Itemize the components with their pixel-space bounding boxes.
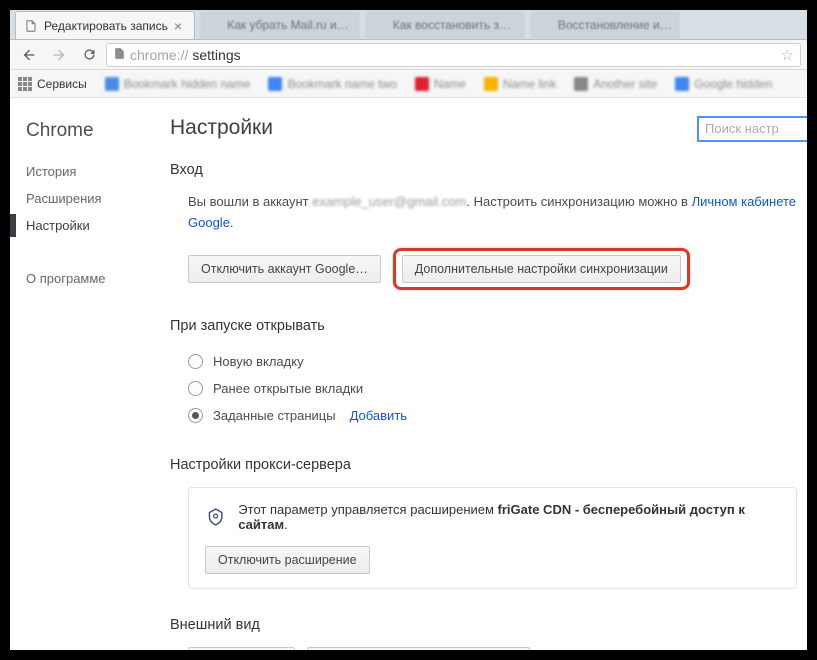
bookmark-item[interactable]: Name link	[484, 77, 556, 91]
disable-extension-button[interactable]: Отключить расширение	[205, 546, 370, 574]
bookmarks-bar: Сервисы Bookmark hidden name Bookmark na…	[10, 70, 807, 98]
bookmark-item[interactable]: Name	[415, 77, 466, 91]
page-icon	[24, 19, 38, 33]
page-info-icon[interactable]	[113, 47, 126, 63]
settings-sidebar: Chrome История Расширения Настройки О пр…	[10, 98, 160, 650]
reset-theme-button[interactable]: Восстановить тему по умолчанию	[307, 647, 530, 650]
reload-button[interactable]	[76, 42, 102, 68]
tab-strip: Редактировать запись × Как убрать Mail.r…	[10, 10, 807, 40]
forward-button[interactable]	[46, 42, 72, 68]
tab-other[interactable]: Как убрать Mail.ru из …	[200, 11, 360, 39]
radio-icon	[188, 354, 203, 369]
close-icon[interactable]: ×	[174, 19, 186, 33]
bookmark-item[interactable]: Bookmark name two	[268, 77, 396, 91]
tab-title: Редактировать запись	[44, 19, 168, 33]
url-path: settings	[192, 47, 240, 63]
disconnect-google-button[interactable]: Отключить аккаунт Google…	[188, 255, 381, 283]
tab-other[interactable]: Восстановление и…	[530, 11, 680, 39]
apps-shortcut[interactable]: Сервисы	[18, 77, 87, 91]
section-heading: Вход	[170, 162, 797, 178]
section-heading: Настройки прокси-сервера	[170, 457, 797, 473]
advanced-sync-button[interactable]: Дополнительные настройки синхронизации	[402, 255, 681, 283]
address-bar[interactable]: chrome://settings ☆	[106, 43, 801, 67]
apps-icon	[18, 77, 32, 91]
pick-theme-button[interactable]: Выбрать тему	[188, 647, 295, 650]
annotation-highlight: Дополнительные настройки синхронизации	[393, 248, 690, 290]
radio-icon	[188, 408, 203, 423]
section-startup: При запуске открывать Новую вкладку Ране…	[170, 318, 807, 429]
section-proxy: Настройки прокси-сервера Этот параметр у…	[170, 457, 807, 589]
search-input[interactable]: Поиск настр	[697, 116, 807, 142]
brand-label: Chrome	[26, 120, 160, 142]
section-heading: Внешний вид	[170, 617, 797, 633]
sidebar-item-about[interactable]: О программе	[24, 265, 160, 292]
bookmark-item[interactable]: Another site	[574, 77, 657, 91]
sidebar-item-history[interactable]: История	[24, 158, 160, 185]
settings-content: Настройки Поиск настр Вход Вы вошли в ак…	[160, 98, 807, 650]
bookmark-item[interactable]: Bookmark hidden name	[105, 77, 251, 91]
sidebar-item-extensions[interactable]: Расширения	[24, 185, 160, 212]
tab-other[interactable]: Как восстановить за…	[365, 11, 525, 39]
proxy-extension-box: Этот параметр управляется расширением fr…	[188, 487, 797, 589]
section-appearance: Внешний вид Выбрать тему Восстановить те…	[170, 617, 807, 650]
toolbar: chrome://settings ☆	[10, 40, 807, 70]
bookmark-star-icon[interactable]: ☆	[781, 46, 794, 64]
section-heading: При запуске открывать	[170, 318, 797, 334]
section-login: Вход Вы вошли в аккаунт example_user@gma…	[170, 162, 807, 290]
bookmark-item[interactable]: Google hidden	[675, 77, 772, 91]
proxy-text: Этот параметр управляется расширением fr…	[238, 502, 780, 532]
back-button[interactable]	[16, 42, 42, 68]
url-protocol: chrome://	[130, 47, 188, 63]
startup-option-pages[interactable]: Заданные страницы Добавить	[188, 402, 797, 429]
login-text: Вы вошли в аккаунт example_user@gmail.co…	[188, 192, 797, 234]
extension-icon	[205, 506, 226, 528]
radio-icon	[188, 381, 203, 396]
startup-option-continue[interactable]: Ранее открытые вкладки	[188, 375, 797, 402]
apps-label: Сервисы	[37, 77, 87, 91]
startup-pages-add-link[interactable]: Добавить	[350, 408, 407, 423]
startup-option-newtab[interactable]: Новую вкладку	[188, 348, 797, 375]
sidebar-item-settings[interactable]: Настройки	[24, 212, 160, 239]
tab-settings[interactable]: Редактировать запись ×	[15, 11, 195, 39]
